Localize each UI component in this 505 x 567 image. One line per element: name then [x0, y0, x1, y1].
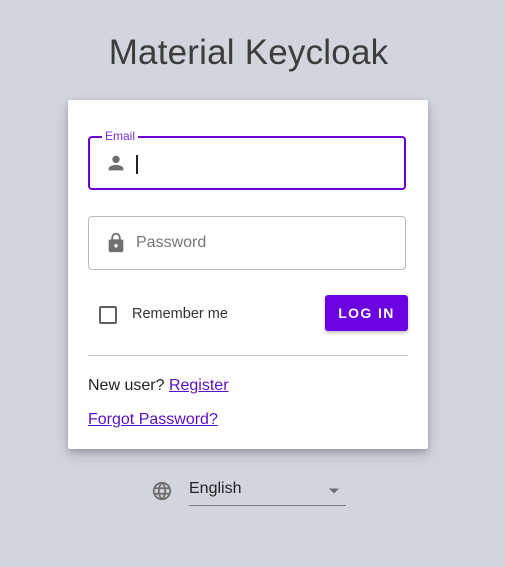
language-select[interactable]: English [189, 476, 346, 506]
divider [88, 355, 408, 356]
login-button[interactable]: LOG IN [325, 295, 408, 331]
email-field[interactable]: Email [88, 129, 406, 190]
password-field[interactable]: Password [88, 216, 406, 270]
login-card: Email Password Remember me LOG IN New us… [68, 100, 428, 449]
remember-me-checkbox[interactable] [99, 306, 117, 324]
register-link[interactable]: Register [169, 377, 229, 394]
person-icon [108, 155, 124, 171]
arrow-drop-down-icon [329, 488, 339, 494]
forgot-password-link[interactable]: Forgot Password? [88, 411, 218, 429]
new-user-text: New user? [88, 377, 165, 394]
page-title: Material Keycloak [108, 33, 389, 72]
text-cursor [136, 155, 138, 174]
password-placeholder: Password [136, 234, 207, 251]
remember-me-label[interactable]: Remember me [132, 306, 228, 322]
email-field-label: Email [102, 129, 139, 143]
new-user-row: New user? Register [88, 377, 229, 395]
globe-icon [152, 481, 172, 501]
language-select-value: English [189, 480, 242, 497]
lock-icon [108, 232, 124, 253]
